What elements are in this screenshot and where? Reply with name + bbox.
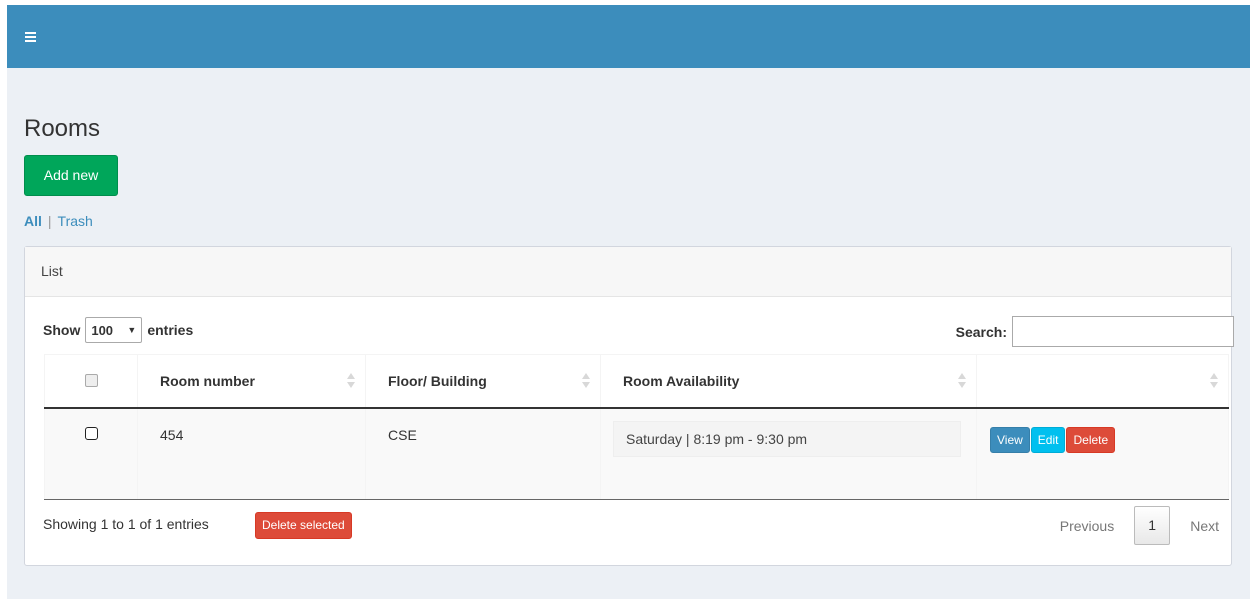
entries-select-value: 100	[91, 322, 114, 338]
delete-button[interactable]: Delete	[1066, 426, 1116, 453]
rooms-table: Room number Floor/ Building Room Availab…	[44, 354, 1229, 500]
panel-header: List	[25, 247, 1231, 297]
next-page-button[interactable]: Next	[1190, 518, 1219, 534]
previous-page-button[interactable]: Previous	[1060, 518, 1114, 534]
page-title: Rooms	[24, 115, 101, 142]
pagination: Previous 1 Next	[1060, 506, 1219, 545]
filter-separator: |	[47, 213, 52, 229]
sort-icon	[347, 373, 355, 389]
column-header-room-number[interactable]: Room number	[137, 354, 366, 409]
show-label: Show	[43, 322, 81, 338]
search-label: Search:	[955, 323, 1007, 340]
room-number-cell: 454	[137, 407, 366, 500]
entries-length-control: Show 100 ▼ entries	[43, 317, 193, 343]
sort-icon	[582, 373, 590, 389]
list-panel: List Show 100 ▼ entries Search: Room num…	[24, 246, 1234, 566]
entries-label: entries	[147, 322, 194, 338]
row-checkbox[interactable]	[84, 426, 98, 440]
delete-selected-button[interactable]: Delete selected	[255, 512, 352, 539]
status-filter-links: All | Trash	[24, 213, 93, 229]
availability-entry: Saturday | 8:19 pm - 9:30 pm	[613, 420, 961, 457]
sort-icon	[1210, 373, 1218, 389]
column-label: Floor/ Building	[388, 372, 487, 389]
column-label: Room Availability	[623, 372, 740, 389]
table-header-row: Room number Floor/ Building Room Availab…	[44, 354, 1229, 409]
panel-title: List	[41, 263, 63, 279]
view-button[interactable]: View	[990, 426, 1030, 453]
top-navbar	[7, 5, 1250, 68]
column-header-actions[interactable]	[976, 354, 1229, 409]
hamburger-icon[interactable]	[25, 32, 36, 42]
select-arrow-icon: ▼	[127, 325, 137, 335]
filter-all-link[interactable]: All	[24, 213, 42, 229]
availability-cell: Saturday | 8:19 pm - 9:30 pm	[600, 407, 977, 500]
select-all-checkbox[interactable]	[84, 374, 98, 388]
table-row: 454 CSE Saturday | 8:19 pm - 9:30 pm Vie…	[44, 407, 1229, 500]
column-label: Room number	[160, 372, 255, 389]
entries-select[interactable]: 100 ▼	[85, 317, 143, 343]
filter-trash-link[interactable]: Trash	[58, 213, 93, 229]
column-header-floor-building[interactable]: Floor/ Building	[365, 354, 601, 409]
add-new-button[interactable]: Add new	[24, 155, 118, 196]
page-1-button[interactable]: 1	[1134, 506, 1171, 545]
select-all-header	[44, 354, 138, 409]
search-input[interactable]	[1012, 316, 1234, 347]
search-control: Search:	[956, 316, 1234, 347]
edit-button[interactable]: Edit	[1030, 426, 1066, 453]
actions-cell: View Edit Delete	[976, 407, 1229, 500]
column-header-room-availability[interactable]: Room Availability	[600, 354, 977, 409]
app-frame: Rooms Add new All | Trash List Show 100 ▼ …	[7, 5, 1250, 599]
sort-icon	[958, 373, 966, 389]
table-info: Showing 1 to 1 of 1 entries	[43, 516, 209, 532]
floor-building-cell: CSE	[365, 407, 601, 500]
row-select-cell	[44, 407, 138, 500]
